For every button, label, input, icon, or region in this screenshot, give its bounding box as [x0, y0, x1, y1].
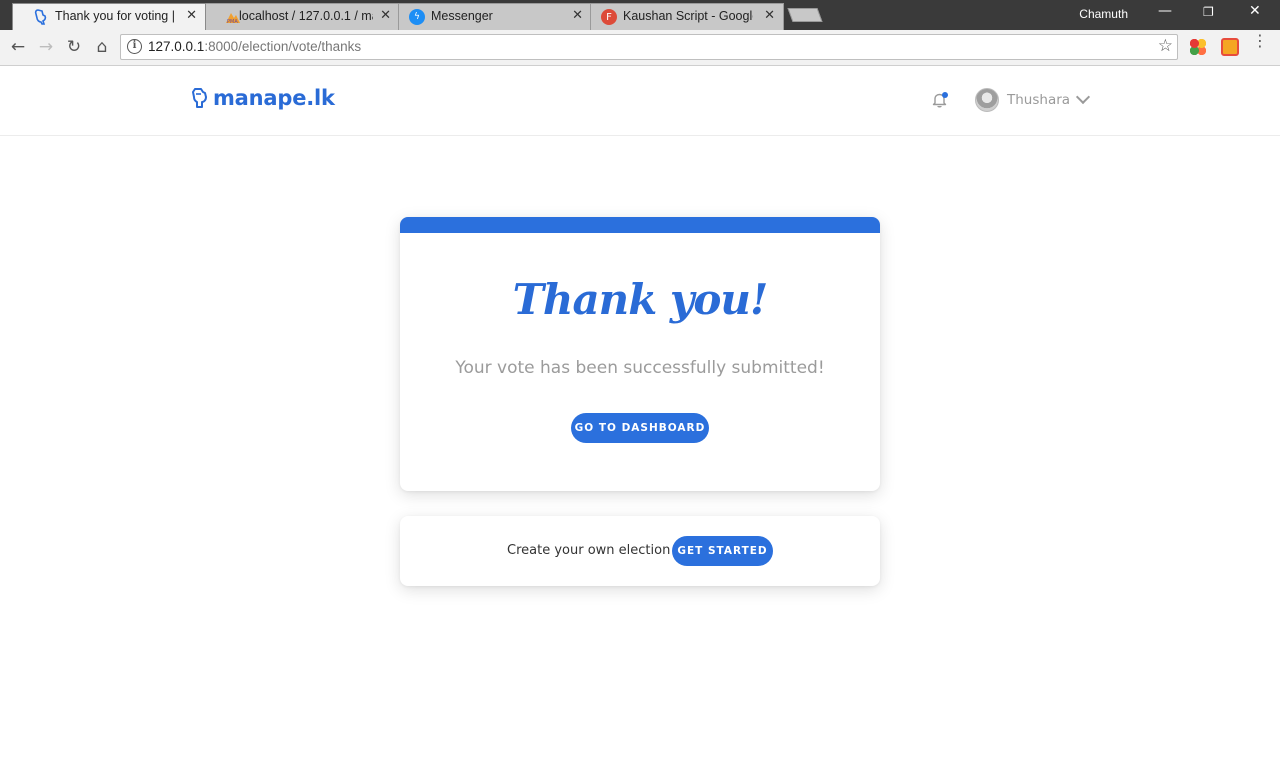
svg-text:PMA: PMA: [227, 19, 238, 24]
go-to-dashboard-button[interactable]: GO TO DASHBOARD: [571, 413, 709, 443]
browser-toolbar: ← → ↻ ⌂ i 127.0.0.1:8000/election/vote/t…: [0, 30, 1280, 66]
tab-title: Thank you for voting | M: [55, 9, 175, 23]
tab-localhost[interactable]: PMA localhost / 127.0.0.1 / ma ✕: [204, 3, 400, 30]
close-window-icon[interactable]: ✕: [1249, 3, 1261, 19]
tab-title: Messenger: [431, 9, 493, 23]
get-started-button[interactable]: GET STARTED: [672, 536, 773, 566]
user-menu[interactable]: Thushara: [975, 88, 1091, 112]
site-header: manape.lk Thushara: [0, 67, 1280, 136]
url-host: 127.0.0.1: [148, 39, 205, 54]
back-icon[interactable]: ←: [7, 36, 29, 58]
tab-thank-you[interactable]: Thank you for voting | M ✕: [12, 3, 206, 30]
tab-messenger[interactable]: ϟ Messenger ✕: [398, 3, 592, 30]
vote-success-message: Your vote has been successfully submitte…: [455, 358, 825, 378]
manape-icon: [33, 9, 49, 25]
avatar: [975, 88, 999, 112]
notification-bell-icon[interactable]: [931, 91, 949, 109]
browser-tab-bar: Thank you for voting | M ✕ PMA localhost…: [0, 0, 1280, 30]
messenger-icon: ϟ: [409, 9, 425, 25]
chevron-down-icon: [1075, 89, 1091, 105]
menu-icon[interactable]: ⋮: [1252, 33, 1268, 49]
extension-icon[interactable]: [1221, 38, 1239, 56]
user-name: Thushara: [1007, 92, 1071, 108]
close-icon[interactable]: ✕: [764, 8, 775, 23]
tab-title: localhost / 127.0.0.1 / ma: [239, 9, 373, 23]
google-fonts-icon: F: [601, 9, 617, 25]
tab-title: Kaushan Script - Google: [623, 9, 753, 23]
close-icon[interactable]: ✕: [572, 8, 583, 23]
logo-text: manape.lk: [213, 86, 335, 110]
profile-name[interactable]: Chamuth: [1079, 7, 1128, 21]
close-icon[interactable]: ✕: [186, 8, 197, 23]
thank-you-card: Thank you! Your vote has been successful…: [400, 217, 880, 491]
reload-icon[interactable]: ↻: [63, 36, 85, 58]
minimize-icon[interactable]: —: [1158, 3, 1172, 19]
create-election-text: Create your own election: [507, 543, 671, 558]
restore-icon[interactable]: ❐: [1203, 5, 1214, 19]
raised-fist-icon: [192, 88, 207, 108]
tab-kaushan-script[interactable]: F Kaushan Script - Google ✕: [590, 3, 784, 30]
extension-icon[interactable]: [1189, 38, 1207, 56]
info-icon[interactable]: i: [127, 39, 142, 54]
url-path: :8000/election/vote/thanks: [204, 39, 362, 54]
new-tab-button[interactable]: [787, 8, 823, 22]
bookmark-star-icon[interactable]: ☆: [1158, 36, 1173, 56]
address-bar[interactable]: i 127.0.0.1:8000/election/vote/thanks ☆: [120, 34, 1178, 60]
card-accent-bar: [400, 217, 880, 233]
site-logo[interactable]: manape.lk: [191, 86, 335, 110]
home-icon[interactable]: ⌂: [91, 36, 113, 58]
forward-icon[interactable]: →: [35, 36, 57, 58]
create-election-card: Create your own election GET STARTED: [400, 516, 880, 586]
url-text[interactable]: 127.0.0.1:8000/election/vote/thanks: [148, 39, 361, 54]
close-icon[interactable]: ✕: [380, 8, 391, 23]
thank-you-heading: Thank you!: [512, 275, 769, 324]
